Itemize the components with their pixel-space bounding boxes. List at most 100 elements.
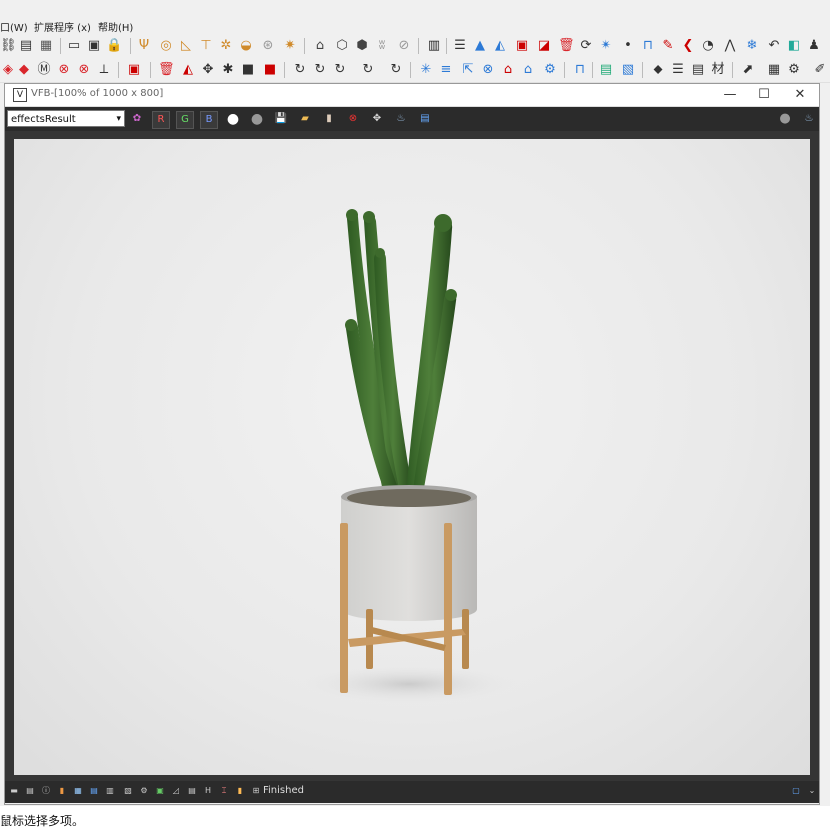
brush2-icon[interactable]: ✐ — [812, 62, 828, 78]
panel-icon[interactable]: ▦ — [38, 38, 54, 54]
close-red2-icon[interactable]: ⊗ — [76, 62, 92, 78]
plus-box-icon[interactable]: ⊞ — [251, 786, 261, 796]
close-blue-icon[interactable]: ⊗ — [480, 62, 496, 78]
bars-icon[interactable]: ▮ — [235, 786, 245, 796]
box2-icon[interactable]: ⬢ — [354, 38, 370, 54]
settings-panel-icon[interactable]: ▤ — [417, 111, 433, 127]
status-icon-3[interactable]: ▮ — [57, 786, 67, 796]
shape-icon[interactable]: ▲ — [472, 38, 488, 54]
save-image-icon[interactable]: 💾 — [273, 111, 289, 127]
chevron-down-double-icon[interactable]: ⌄ — [807, 786, 817, 796]
material-icon[interactable]: 材 — [710, 62, 726, 78]
bracket-icon[interactable]: ⌶ — [219, 786, 229, 796]
minimize-button[interactable]: — — [719, 86, 741, 104]
spot-light-icon[interactable]: ◺ — [178, 38, 194, 54]
blue-channel-button[interactable]: B — [200, 111, 218, 129]
arrow-left-red-icon[interactable]: ❮ — [680, 38, 696, 54]
piano-icon[interactable]: ▥ — [426, 38, 442, 54]
grid-icon[interactable]: ▦ — [766, 62, 782, 78]
sphere-light-icon[interactable]: ◎ — [158, 38, 174, 54]
gauge-icon[interactable]: ◔ — [700, 38, 716, 54]
menu-window[interactable]: 口(W) — [0, 19, 28, 34]
window-icon[interactable]: ▭ — [66, 38, 82, 54]
scatter-icon[interactable]: ✴ — [598, 38, 614, 54]
basket2-icon[interactable]: ⌂ — [520, 62, 536, 78]
dot-icon[interactable]: • — [620, 38, 636, 54]
shape2-icon[interactable]: ◭ — [492, 38, 508, 54]
settings-list-icon[interactable]: ☰ — [452, 38, 468, 54]
sphere-icon[interactable]: ● — [777, 111, 793, 127]
puzzle-icon[interactable]: ✱ — [220, 62, 236, 78]
link-icon[interactable]: ⛓ — [0, 38, 17, 54]
delete-icon[interactable]: 🗑 — [158, 62, 175, 78]
red-slash-icon[interactable]: ◪ — [536, 38, 552, 54]
ies-icon[interactable]: ✷ — [282, 38, 298, 54]
chair2-icon[interactable]: ⊓ — [572, 62, 588, 78]
rotate-v-icon[interactable]: ↻ — [360, 62, 376, 78]
window2-icon[interactable]: ▣ — [86, 38, 102, 54]
teapot-icon[interactable]: ♨ — [393, 111, 409, 127]
status-icon-5[interactable]: ▤ — [89, 786, 99, 796]
save-render-icon[interactable]: ▣ — [126, 62, 142, 78]
render-canvas[interactable] — [14, 139, 810, 775]
menu-help[interactable]: 帮助(H) — [98, 19, 133, 34]
maximize-button[interactable]: ☐ — [753, 86, 775, 104]
h-icon[interactable]: H — [203, 786, 213, 796]
cursor-icon[interactable]: ⬈ — [740, 62, 756, 78]
white-dot-icon[interactable]: ● — [225, 111, 241, 127]
curve-icon[interactable]: ↶ — [766, 38, 782, 54]
list2-icon[interactable]: ▤ — [690, 62, 706, 78]
basket-icon[interactable]: ⌂ — [500, 62, 516, 78]
status-icon-2[interactable]: ▤ — [25, 786, 35, 796]
rotate-z-icon[interactable]: ↻ — [332, 62, 348, 78]
clipboard-icon[interactable]: ▮ — [321, 111, 337, 127]
align-icon[interactable]: ▤ — [18, 38, 34, 54]
lock-icon[interactable]: 🔒 — [106, 38, 122, 54]
status-icon-9[interactable]: ▤ — [187, 786, 197, 796]
cube-icon[interactable]: ■ — [240, 62, 256, 78]
gray-dot-icon[interactable]: ● — [249, 111, 265, 127]
brush-icon[interactable]: ✎ — [660, 38, 676, 54]
fur-icon[interactable]: ʬ — [374, 38, 390, 54]
color-icon[interactable]: ◧ — [786, 38, 802, 54]
image2-icon[interactable]: ▧ — [620, 62, 636, 78]
move-icon[interactable]: ✥ — [200, 62, 216, 78]
status-icon-6[interactable]: ▧ — [123, 786, 133, 796]
list-icon[interactable]: ☰ — [670, 62, 686, 78]
refresh-icon[interactable]: ⟳ — [578, 38, 594, 54]
close-red-icon[interactable]: ⊗ — [56, 62, 72, 78]
snow-icon[interactable]: ❄ — [744, 38, 760, 54]
paint-icon[interactable]: ◭ — [180, 62, 196, 78]
burst-icon[interactable]: ✳ — [418, 62, 434, 78]
chair-icon[interactable]: ⊓ — [640, 38, 656, 54]
gear-icon[interactable]: ⚙ — [786, 62, 802, 78]
trash-red-icon[interactable]: 🗑 — [558, 38, 575, 54]
region-icon[interactable]: ✥ — [369, 111, 385, 127]
sun-icon[interactable]: ✲ — [218, 38, 234, 54]
rotate-x-icon[interactable]: ↻ — [292, 62, 308, 78]
export-icon[interactable]: ⇱ — [460, 62, 476, 78]
rotate-r-icon[interactable]: ↻ — [388, 62, 404, 78]
image-icon[interactable]: ▤ — [598, 62, 614, 78]
red-shape-icon[interactable]: ◈ — [0, 62, 16, 78]
teapot-small-icon[interactable]: ♨ — [801, 111, 817, 127]
plane-icon[interactable]: ⊘ — [396, 38, 412, 54]
dome-icon[interactable]: ◒ — [238, 38, 254, 54]
cube-red-icon[interactable]: ■ — [262, 62, 278, 78]
tag-icon[interactable]: ⬥ — [650, 62, 666, 78]
histogram-icon[interactable]: ▥ — [105, 786, 115, 796]
expand-icon[interactable]: ▢ — [791, 786, 801, 796]
menu-extensions[interactable]: 扩展程序 (x) — [34, 19, 91, 34]
status-icon-8[interactable]: ▣ — [155, 786, 165, 796]
render-icon[interactable]: ▣ — [514, 38, 530, 54]
status-icon-7[interactable]: ⚙ — [139, 786, 149, 796]
gear-small-icon[interactable]: ⚙ — [542, 62, 558, 78]
axis-icon[interactable]: ⟂ — [96, 62, 112, 78]
status-icon-1[interactable]: ▬ — [9, 786, 19, 796]
info-icon[interactable]: ⓘ — [41, 786, 51, 796]
stop-render-icon[interactable]: ⊗ — [345, 111, 361, 127]
mesh-light-icon[interactable]: ⊛ — [260, 38, 276, 54]
light-icon[interactable]: Ψ — [136, 38, 152, 54]
red-box-icon[interactable]: ◆ — [16, 62, 32, 78]
omni-icon[interactable]: ⊤ — [198, 38, 214, 54]
